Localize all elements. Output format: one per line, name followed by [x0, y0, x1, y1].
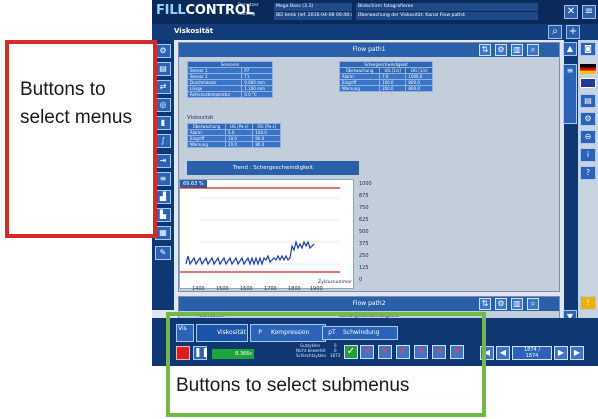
table-cell: Referenztemperatur: [186, 91, 243, 98]
page-title: Viskosität: [174, 27, 214, 35]
column-header: Überwachung: [186, 123, 227, 130]
table-row: Alarm 7.0 1000.0: [338, 73, 433, 80]
flow-path2-title: Flow path2: [352, 300, 386, 307]
menu-button-table-icon[interactable]: ▦: [155, 226, 171, 240]
panel2-delete-icon[interactable]: ▥: [511, 298, 523, 310]
settings-icon[interactable]: ⚙: [580, 112, 596, 126]
menu-icon[interactable]: ≡: [582, 5, 596, 19]
menu-button-edit-icon[interactable]: ✎: [155, 246, 171, 260]
user-field: Mega Boss (3.3): [274, 3, 352, 11]
viscosity-table: Überwachung UG [Pa·s] OG [Pa·s] Alarm 5.0 10…: [186, 123, 281, 148]
menu-button-curve-icon[interactable]: ∫: [155, 134, 171, 148]
table-row: Referenztemperatur 0.0 °C: [186, 91, 273, 98]
screenshot-button[interactable]: Bildschirm fotografieren: [356, 3, 538, 11]
panel2-zoom-icon[interactable]: ⌕: [527, 298, 539, 310]
info-icon[interactable]: i: [580, 148, 596, 162]
table-cell: Warnung: [186, 141, 227, 148]
y-tick: 750: [359, 205, 369, 211]
y-tick: 0: [359, 277, 363, 283]
lock-icon[interactable]: ⊖: [580, 130, 596, 144]
panel-delete-icon[interactable]: ▥: [511, 44, 523, 56]
table-row: Alarm 5.0 100.0: [186, 129, 281, 136]
last-page-icon[interactable]: ▶: [570, 346, 584, 360]
table-row: Warnung 20.0 80.0: [186, 141, 281, 148]
viscosity-title: Viskosität: [187, 115, 214, 121]
table-cell[interactable]: 20.0: [225, 141, 254, 148]
title-bar: FILLCONTROL Benutzer Auftrag Mega Boss (…: [152, 0, 598, 24]
menu-button-flow-icon[interactable]: ⇄: [155, 80, 171, 94]
menu-button-stats-icon[interactable]: ▟: [155, 190, 171, 204]
menu-button-inject-icon[interactable]: ⇥: [155, 154, 171, 168]
x-tick: 1800: [288, 286, 301, 292]
flag-de-icon[interactable]: [580, 64, 596, 74]
flow-path1-panel: Flow path1 ⚙ ▥ ⌕ ⇅ Sensoren Sensor 1 P7 S…: [178, 42, 560, 292]
y-tick: 250: [359, 253, 369, 259]
panel-settings-icon[interactable]: ⚙: [495, 44, 507, 56]
scroll-up-icon[interactable]: ▲: [563, 42, 577, 56]
submenu-annotation-label: Buttons to select submenus: [176, 375, 410, 396]
panel-zoom-icon[interactable]: ⌕: [527, 44, 539, 56]
table-cell: Warnung: [338, 85, 381, 92]
add-icon[interactable]: +: [566, 25, 580, 39]
x-tick: 1700: [264, 286, 277, 292]
table-row: Eingriff 100.0 800.0: [338, 79, 433, 86]
y-axis-labels: 1000 875 750 625 500 375 250 125 0: [359, 181, 389, 283]
y-tick: 875: [359, 193, 369, 199]
table-row: Warnung 200.0 800.0: [338, 85, 433, 92]
panel2-settings-icon[interactable]: ⚙: [495, 298, 507, 310]
panel2-sort-icon[interactable]: ⇅: [479, 298, 491, 310]
prev-page-icon[interactable]: ◀: [496, 346, 510, 360]
flag-uk-icon[interactable]: [580, 78, 596, 88]
x-axis-title: Zyklusnummer: [318, 280, 352, 285]
menu-annotation-label: Buttons to select menus: [20, 79, 132, 128]
submenu-annotation-box: [166, 312, 486, 417]
menu-button-sensor-icon[interactable]: ◎: [155, 98, 171, 112]
document-icon[interactable]: ▤: [580, 94, 596, 108]
next-page-icon[interactable]: ▶: [554, 346, 568, 360]
flow-path1-title: Flow path1: [352, 46, 386, 53]
menu-button-bars-icon[interactable]: ▮: [155, 116, 171, 130]
job-label: Auftrag: [238, 12, 256, 17]
x-tick: 1600: [240, 286, 253, 292]
scroll-toolbar: ▲ ≡ ▼: [563, 40, 578, 324]
logo-prefix: FILL: [156, 3, 186, 18]
y-tick: 500: [359, 229, 369, 235]
menu-button-layers-icon[interactable]: ≡: [155, 172, 171, 186]
x-tick: 1400: [192, 286, 205, 292]
job-field: BEI bmik (lef. 2016-04-08 06:46:45)(1): [274, 12, 352, 20]
x-tick: 1900: [310, 286, 323, 292]
user-label: Benutzer: [238, 3, 259, 8]
menu-annotation-box: [5, 40, 157, 238]
table-cell[interactable]: 200.0: [379, 85, 407, 92]
warning-badge[interactable]: !: [580, 296, 596, 310]
panel-sort-icon[interactable]: ⇅: [479, 44, 491, 56]
screenshot-root: FILLCONTROL Benutzer Auftrag Mega Boss (…: [0, 0, 598, 419]
close-icon[interactable]: ✕: [564, 5, 578, 19]
camera-icon[interactable]: ◙: [580, 42, 596, 56]
y-tick: 625: [359, 217, 369, 223]
zoom-icon[interactable]: ⌕: [548, 25, 562, 39]
sensors-table: Sensoren Sensor 1 P7 Sensor 2 T1 Durchmess…: [186, 61, 273, 98]
trend-plot: [180, 187, 340, 273]
scroll-thumb[interactable]: ≡: [563, 64, 577, 124]
page-header: Viskosität ⌕ +: [152, 24, 598, 40]
counter-total: 1874: [525, 353, 539, 359]
y-tick: 125: [359, 265, 369, 271]
table-cell[interactable]: 800.0: [405, 85, 433, 92]
menu-button-graph-icon[interactable]: ▙: [155, 208, 171, 222]
trend-series-line: [185, 239, 315, 266]
x-tick: 1500: [216, 286, 229, 292]
y-tick: 1000: [359, 181, 372, 187]
table-cell: 0.0 °C: [241, 91, 273, 98]
help-icon[interactable]: ?: [580, 166, 596, 180]
shear-rate-table: Schergeschwindigkeit Überwachung UG [1/s]…: [338, 61, 433, 92]
alarm-message: Überwachung der Viskosität: Kanal Flow p…: [356, 12, 538, 20]
menu-button-machine-icon[interactable]: ⚙: [155, 44, 171, 58]
trend-title: Trend : Schergeschwindigkeit: [187, 161, 359, 175]
cycle-counter: 1874 /1874: [512, 346, 552, 360]
trend-chart[interactable]: 69.63 %: [179, 179, 354, 289]
table-cell[interactable]: 80.0: [252, 141, 281, 148]
menu-button-mold-icon[interactable]: ▤: [155, 62, 171, 76]
y-tick: 375: [359, 241, 369, 247]
